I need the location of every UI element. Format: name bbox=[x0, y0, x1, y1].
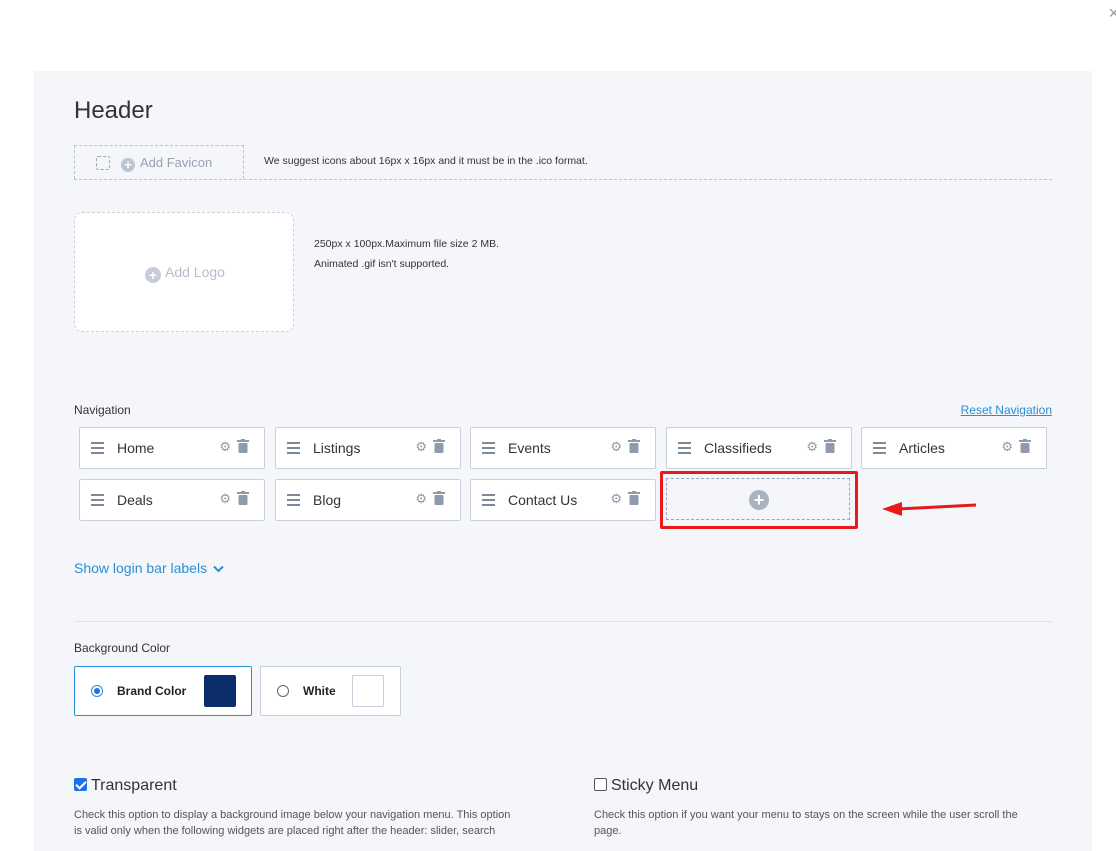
add-logo-button[interactable]: + Add Logo bbox=[74, 212, 294, 332]
nav-item-listings[interactable]: Listings ⚙ bbox=[275, 427, 461, 469]
favicon-hint: We suggest icons about 16px x 16px and i… bbox=[264, 155, 588, 167]
nav-item-label: Contact Us bbox=[508, 492, 578, 508]
drag-handle-icon[interactable] bbox=[678, 442, 691, 454]
logo-hint-line: 250px x 100px.Maximum file size 2 MB. bbox=[314, 238, 499, 250]
trash-icon[interactable] bbox=[237, 491, 249, 505]
nav-item-label: Home bbox=[117, 440, 155, 456]
drag-handle-icon[interactable] bbox=[287, 494, 300, 506]
trash-icon[interactable] bbox=[628, 491, 640, 505]
header-settings-panel: Header + Add Favicon We suggest icons abo… bbox=[34, 71, 1092, 851]
drag-handle-icon[interactable] bbox=[482, 442, 495, 454]
transparent-label: Transparent bbox=[91, 777, 177, 794]
transparent-checkbox[interactable] bbox=[74, 778, 87, 791]
show-login-bar-labels-toggle[interactable]: Show login bar labels bbox=[74, 560, 224, 576]
nav-item-articles[interactable]: Articles ⚙ bbox=[861, 427, 1047, 469]
trash-icon[interactable] bbox=[433, 439, 445, 453]
drag-handle-icon[interactable] bbox=[873, 442, 886, 454]
chevron-down-icon bbox=[213, 565, 224, 573]
nav-item-home[interactable]: Home ⚙ bbox=[79, 427, 265, 469]
white-color-label: White bbox=[303, 684, 336, 698]
transparent-description: Check this option to display a backgroun… bbox=[74, 807, 534, 839]
logo-hint-line: Animated .gif isn't supported. bbox=[314, 258, 450, 270]
sticky-menu-option[interactable]: Sticky Menu bbox=[594, 777, 698, 795]
nav-item-events[interactable]: Events ⚙ bbox=[470, 427, 656, 469]
trash-icon[interactable] bbox=[1019, 439, 1031, 453]
white-color-swatch bbox=[352, 675, 384, 707]
close-icon[interactable]: × bbox=[1108, 3, 1116, 24]
background-color-label: Background Color bbox=[74, 641, 171, 655]
nav-item-label: Articles bbox=[899, 440, 945, 456]
description-line: Check this option to display a backgroun… bbox=[74, 809, 511, 821]
favicon-row: + Add Favicon We suggest icons about 16px… bbox=[74, 145, 1052, 180]
reset-navigation-link[interactable]: Reset Navigation bbox=[961, 403, 1052, 417]
highlight-box bbox=[660, 471, 858, 529]
sticky-menu-description: Check this option if you want your menu … bbox=[594, 807, 1054, 839]
nav-item-blog[interactable]: Blog ⚙ bbox=[275, 479, 461, 521]
gear-icon[interactable]: ⚙ bbox=[415, 491, 427, 507]
brand-color-option[interactable]: Brand Color bbox=[74, 666, 252, 716]
gear-icon[interactable]: ⚙ bbox=[415, 439, 427, 455]
description-line: is valid only when the following widgets… bbox=[74, 825, 496, 837]
favicon-placeholder-icon bbox=[96, 156, 110, 170]
description-line: Check this option if you want your menu … bbox=[594, 809, 1018, 821]
nav-item-label: Blog bbox=[313, 492, 342, 508]
transparent-option[interactable]: Transparent bbox=[74, 777, 177, 795]
description-line: page. bbox=[594, 825, 622, 837]
nav-item-deals[interactable]: Deals ⚙ bbox=[79, 479, 265, 521]
add-favicon-button[interactable]: + Add Favicon bbox=[74, 145, 244, 179]
section-divider bbox=[74, 621, 1052, 622]
nav-item-classifieds[interactable]: Classifieds ⚙ bbox=[666, 427, 852, 469]
nav-item-label: Classifieds bbox=[704, 440, 772, 456]
logo-hint: 250px x 100px.Maximum file size 2 MB. An… bbox=[314, 234, 499, 274]
nav-item-contact-us[interactable]: Contact Us ⚙ bbox=[470, 479, 656, 521]
drag-handle-icon[interactable] bbox=[482, 494, 495, 506]
drag-handle-icon[interactable] bbox=[91, 494, 104, 506]
nav-item-label: Deals bbox=[117, 492, 153, 508]
page-title: Header bbox=[74, 97, 153, 124]
gear-icon[interactable]: ⚙ bbox=[1001, 439, 1013, 455]
gear-icon[interactable]: ⚙ bbox=[219, 439, 231, 455]
add-logo-label: Add Logo bbox=[165, 264, 225, 280]
navigation-label: Navigation bbox=[74, 403, 131, 417]
sticky-menu-label: Sticky Menu bbox=[611, 777, 699, 794]
gear-icon[interactable]: ⚙ bbox=[219, 491, 231, 507]
brand-color-label: Brand Color bbox=[117, 684, 187, 698]
add-favicon-label: Add Favicon bbox=[140, 155, 213, 170]
sticky-menu-checkbox[interactable] bbox=[594, 778, 607, 791]
trash-icon[interactable] bbox=[628, 439, 640, 453]
trash-icon[interactable] bbox=[824, 439, 836, 453]
plus-circle-icon: + bbox=[145, 267, 161, 283]
trash-icon[interactable] bbox=[433, 491, 445, 505]
white-color-option[interactable]: White bbox=[260, 666, 401, 716]
drag-handle-icon[interactable] bbox=[91, 442, 104, 454]
show-login-bar-label: Show login bar labels bbox=[74, 560, 208, 576]
gear-icon[interactable]: ⚙ bbox=[806, 439, 818, 455]
gear-icon[interactable]: ⚙ bbox=[610, 491, 622, 507]
brand-color-radio[interactable] bbox=[91, 685, 103, 697]
brand-color-swatch bbox=[204, 675, 236, 707]
red-arrow-annotation bbox=[882, 502, 977, 516]
drag-handle-icon[interactable] bbox=[287, 442, 300, 454]
nav-item-label: Events bbox=[508, 440, 551, 456]
trash-icon[interactable] bbox=[237, 439, 249, 453]
gear-icon[interactable]: ⚙ bbox=[610, 439, 622, 455]
white-color-radio[interactable] bbox=[277, 685, 289, 697]
nav-item-label: Listings bbox=[313, 440, 361, 456]
plus-circle-icon: + bbox=[121, 158, 135, 172]
